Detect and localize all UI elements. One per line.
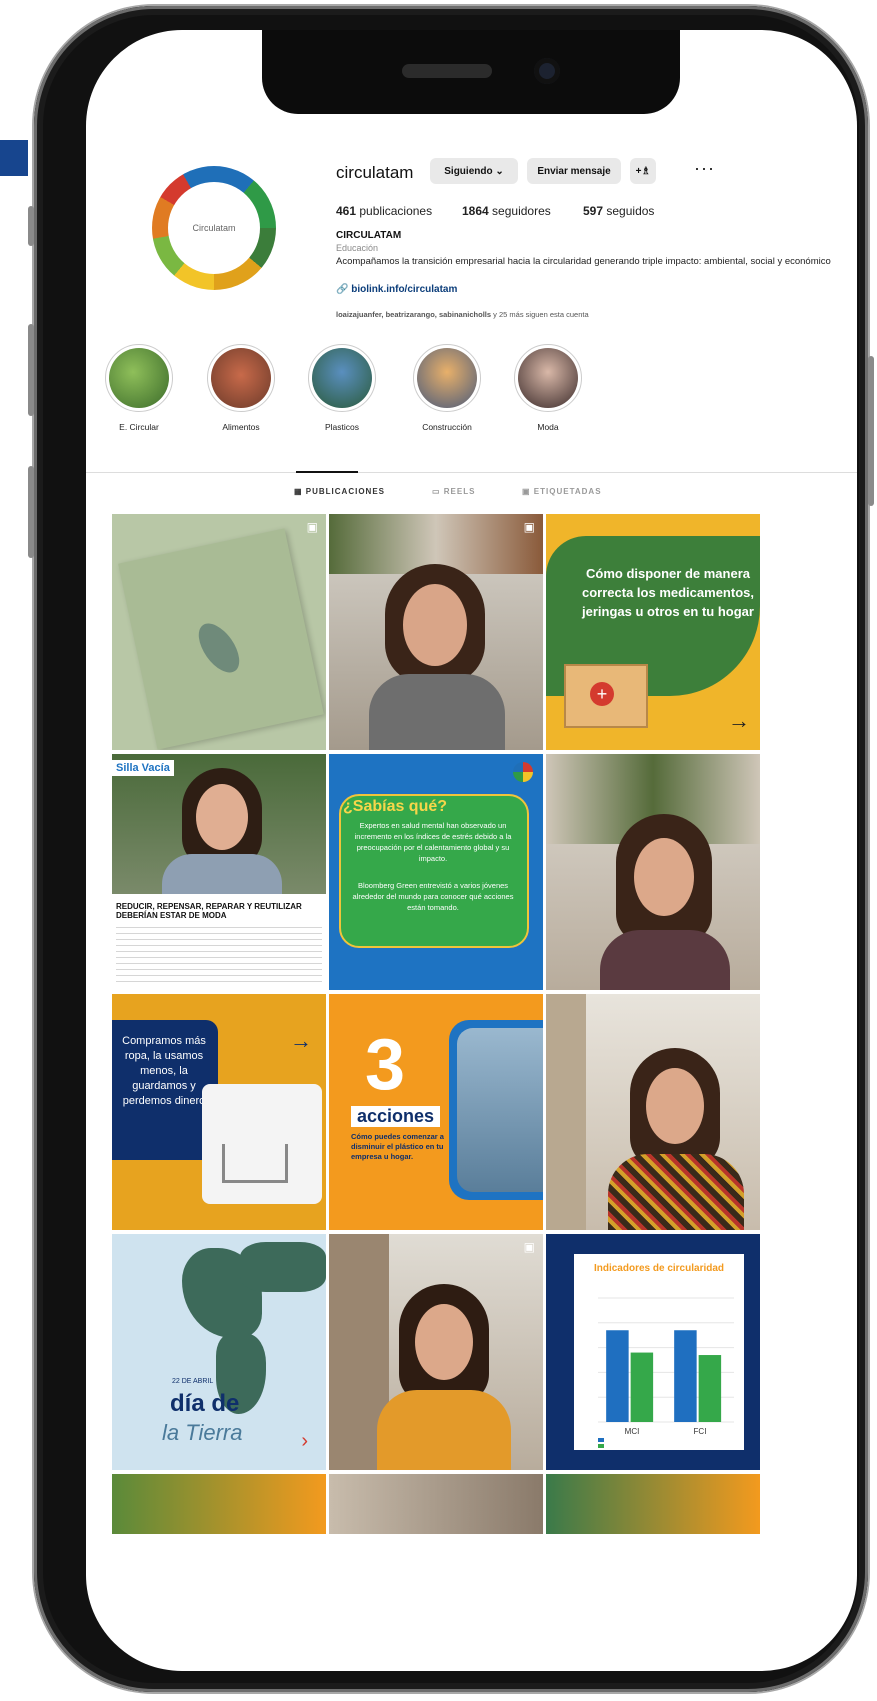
indicadores-card: Indicadores de circularidad MCI FCI [574, 1254, 744, 1450]
tres-subtitle: Cómo puedes comenzar a disminuir el plás… [351, 1132, 444, 1161]
logo-icon [513, 762, 533, 782]
post-partial-2[interactable] [329, 1474, 543, 1534]
cross-icon: + [590, 682, 614, 706]
chart-bar [606, 1330, 629, 1422]
volume-up-button [28, 324, 34, 416]
post-medicamentos[interactable]: Cómo disponer de manera correcta los med… [546, 514, 760, 750]
sabias-body: Expertos en salud mental han observado u… [354, 821, 512, 863]
followers-count[interactable]: 1864 seguidores [462, 204, 551, 218]
chart-legend-swatch [598, 1438, 604, 1442]
post-video-speaker-1[interactable]: ▣ [329, 514, 543, 750]
indicadores-chart: MCI FCI [598, 1297, 734, 1448]
chart-bar [674, 1330, 697, 1422]
following-button[interactable]: Siguiendo ⌄ [430, 158, 518, 184]
tierra-date: 22 DE ABRIL [172, 1378, 214, 1385]
tab-etiquetadas[interactable]: ▣ ETIQUETADAS [522, 487, 602, 496]
chart-bar [698, 1355, 722, 1422]
notch [262, 30, 680, 114]
ropa-text: Compramos más ropa, la usamos menos, la … [122, 1035, 206, 1107]
link-icon: 🔗 [336, 284, 352, 295]
sabias-title: ¿Sabías qué? [343, 798, 448, 815]
profile-username: circulatam [336, 163, 414, 182]
power-button [868, 356, 874, 506]
reel-icon: ▣ [523, 1240, 535, 1254]
post-sabias-que[interactable]: ¿Sabías qué? Expertos en salud mental ha… [329, 754, 543, 990]
chart-legend-swatch [598, 1444, 604, 1448]
active-tab-indicator [296, 471, 358, 473]
tierra-title: día de [170, 1390, 240, 1417]
post-dia-tierra[interactable]: 22 DE ABRIL día de la Tierra › [112, 1234, 326, 1470]
reel-icon: ▣ [306, 520, 318, 534]
post-3-acciones[interactable]: 3 acciones Cómo puedes comenzar a dismin… [329, 994, 543, 1230]
highlight-alimentos[interactable]: Alimentos [193, 344, 289, 432]
followed-by-text[interactable]: loaizajuanfer, beatrizarango, sabinanich… [336, 310, 589, 319]
arrow-right-icon: → [728, 708, 750, 733]
post-silla-vacia[interactable]: Silla Vacía REDUCIR, REPENSAR, REPARAR Y… [112, 754, 326, 990]
post-video-speaker-4[interactable]: ▣ [329, 1234, 543, 1470]
chart-tick-label: FCI [694, 1427, 707, 1436]
cart-icon [222, 1144, 288, 1183]
post-partial-3[interactable] [546, 1474, 760, 1534]
highlight-moda[interactable]: Moda [500, 344, 596, 432]
arrow-right-icon: → [290, 1028, 312, 1053]
mute-switch [28, 206, 34, 246]
grid-icon: ▦ [294, 487, 306, 496]
blue-corner-tab [0, 140, 28, 176]
highlight-plasticos[interactable]: Plasticos [294, 344, 390, 432]
chart-title: Indicadores de circularidad [593, 1263, 725, 1274]
post-video-speaker-3[interactable] [546, 994, 760, 1230]
display-name: CIRCULATAM [336, 230, 402, 241]
silla-vacia-logo: Silla Vacía [112, 760, 174, 776]
post-leaf-card[interactable]: ▣ [112, 514, 326, 750]
reels-icon: ▭ [432, 487, 444, 496]
add-user-icon[interactable]: +♗ [630, 158, 656, 184]
profile-link[interactable]: 🔗 biolink.info/circulatam [336, 284, 457, 295]
sabias-body-2: Bloomberg Green entrevistó a varios jóve… [352, 881, 514, 912]
tabs-divider [86, 472, 857, 473]
medicamentos-title: Cómo disponer de manera correcta los med… [582, 566, 754, 619]
following-count[interactable]: 597 seguidos [583, 204, 654, 218]
speaker [402, 64, 492, 78]
chart-bar [630, 1352, 654, 1422]
profile-avatar[interactable]: Circulatam [152, 166, 276, 290]
volume-down-button [28, 466, 34, 558]
silla-headline: REDUCIR, REPENSAR, REPARAR Y REUTILIZAR … [116, 902, 302, 920]
avatar-logo-text: Circulatam [168, 182, 260, 274]
profile-category: Educación [336, 243, 379, 253]
front-camera [534, 58, 560, 84]
tagged-icon: ▣ [522, 487, 534, 496]
highlight-e-circular[interactable]: E. Circular [91, 344, 187, 432]
highlight-construccion[interactable]: Construcción [399, 344, 495, 432]
phone-screen: Circulatam circulatam Siguiendo ⌄ Enviar… [86, 30, 857, 1671]
tres-word: acciones [351, 1106, 441, 1127]
post-indicadores[interactable]: Indicadores de circularidad MCI FCI [546, 1234, 760, 1470]
send-message-button[interactable]: Enviar mensaje [527, 158, 621, 184]
post-partial-1[interactable] [112, 1474, 326, 1534]
posts-count[interactable]: 461 publicaciones [336, 204, 432, 218]
chevron-right-icon: › [301, 1430, 308, 1452]
tab-publicaciones[interactable]: ▦ PUBLICACIONES [294, 487, 385, 496]
post-video-speaker-2[interactable] [546, 754, 760, 990]
more-options-icon[interactable]: ··· [694, 158, 715, 179]
post-ropa[interactable]: Compramos más ropa, la usamos menos, la … [112, 994, 326, 1230]
chart-tick-label: MCI [625, 1427, 640, 1436]
profile-bio: Acompañamos la transición empresarial ha… [336, 256, 831, 267]
tres-number: 3 [365, 1025, 406, 1105]
reel-icon: ▣ [523, 520, 535, 534]
phone-frame: Circulatam circulatam Siguiendo ⌄ Enviar… [28, 6, 874, 1692]
tab-reels[interactable]: ▭ REELS [432, 487, 475, 496]
tierra-script: la Tierra [162, 1420, 243, 1445]
